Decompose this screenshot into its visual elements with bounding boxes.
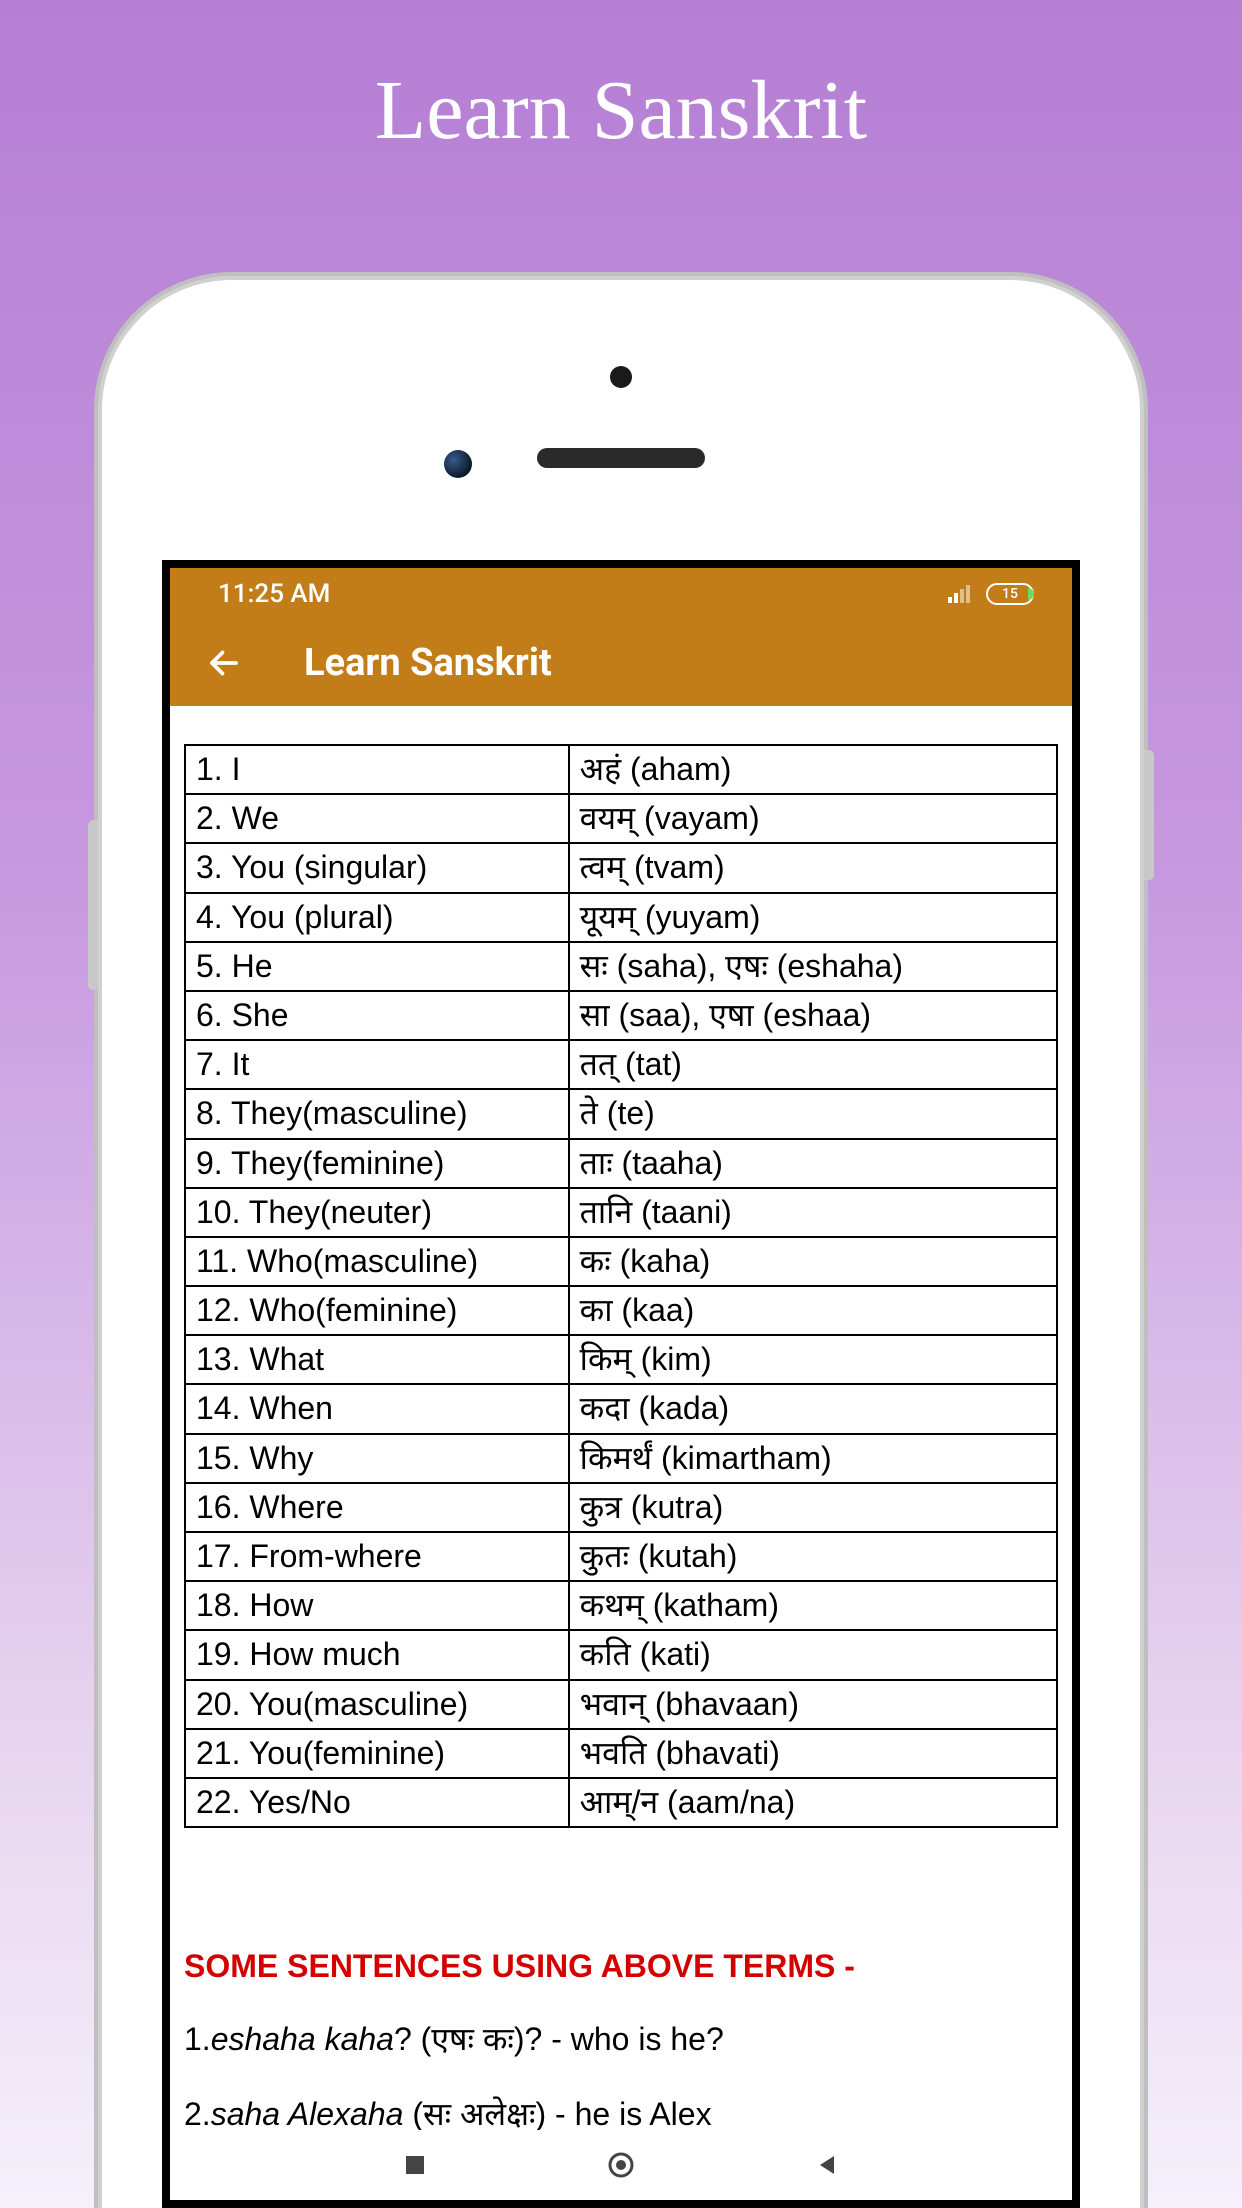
status-time: 11:25 AM <box>218 579 330 609</box>
page-title: Learn Sanskrit <box>0 0 1242 159</box>
vocab-sanskrit: भवान् (bhavaan) <box>569 1680 1057 1729</box>
vocab-sanskrit: ताः (taaha) <box>569 1139 1057 1188</box>
app-bar-title: Learn Sanskrit <box>304 641 552 685</box>
table-row: 18. Howकथम् (katham) <box>185 1581 1057 1630</box>
sentence-number: 1. <box>184 2021 211 2057</box>
vocab-sanskrit: कः (kaha) <box>569 1237 1057 1286</box>
table-row: 17. From-whereकुतः (kutah) <box>185 1532 1057 1581</box>
vocab-english: 7. It <box>185 1040 569 1089</box>
phone-sensor-dot <box>610 366 632 388</box>
signal-icon <box>948 585 972 603</box>
status-bar: 11:25 AM 15 <box>170 568 1072 620</box>
sentences-heading: SOME SENTENCES USING ABOVE TERMS - <box>184 1948 1058 1985</box>
vocab-english: 9. They(feminine) <box>185 1139 569 1188</box>
table-row: 1. Iअहं (aham) <box>185 745 1057 794</box>
vocab-sanskrit: किम् (kim) <box>569 1335 1057 1384</box>
table-row: 15. Whyकिमर्थं (kimartham) <box>185 1434 1057 1483</box>
app-screen: 11:25 AM 15 Learn Sanskrit <box>162 560 1080 2208</box>
vocab-english: 19. How much <box>185 1630 569 1679</box>
vocab-english: 3. You (singular) <box>185 843 569 892</box>
table-row: 5. Heसः (saha), एषः (eshaha) <box>185 942 1057 991</box>
android-home-button[interactable] <box>603 2147 639 2183</box>
sentence-italic: eshaha kaha <box>211 2021 394 2057</box>
vocab-english: 16. Where <box>185 1483 569 1532</box>
android-recent-button[interactable] <box>397 2147 433 2183</box>
vocab-sanskrit: सा (saa), एषा (eshaa) <box>569 991 1057 1040</box>
phone-speaker <box>537 448 705 468</box>
vocab-sanskrit: कति (kati) <box>569 1630 1057 1679</box>
table-row: 11. Who(masculine)कः (kaha) <box>185 1237 1057 1286</box>
table-row: 2. Weवयम् (vayam) <box>185 794 1057 843</box>
sentence-rest: ? (एषः कः)? - who is he? <box>394 2021 724 2057</box>
android-back-button[interactable] <box>809 2147 845 2183</box>
vocab-sanskrit: ते (te) <box>569 1089 1057 1138</box>
table-row: 14. Whenकदा (kada) <box>185 1384 1057 1433</box>
vocab-english: 12. Who(feminine) <box>185 1286 569 1335</box>
vocab-english: 4. You (plural) <box>185 893 569 942</box>
vocab-english: 10. They(neuter) <box>185 1188 569 1237</box>
android-nav-bar <box>170 2130 1072 2200</box>
table-row: 6. Sheसा (saa), एषा (eshaa) <box>185 991 1057 1040</box>
vocab-sanskrit: यूयम् (yuyam) <box>569 893 1057 942</box>
vocab-english: 20. You(masculine) <box>185 1680 569 1729</box>
vocab-english: 1. I <box>185 745 569 794</box>
vocab-english: 6. She <box>185 991 569 1040</box>
sentence-item: 1.eshaha kaha? (एषः कः)? - who is he? <box>184 2017 1058 2060</box>
vocab-sanskrit: का (kaa) <box>569 1286 1057 1335</box>
table-row: 16. Whereकुत्र (kutra) <box>185 1483 1057 1532</box>
vocab-english: 17. From-where <box>185 1532 569 1581</box>
vocab-sanskrit: तानि (taani) <box>569 1188 1057 1237</box>
vocab-english: 13. What <box>185 1335 569 1384</box>
vocab-sanskrit: वयम् (vayam) <box>569 794 1057 843</box>
sentence-item: 2.saha Alexaha (सः अलेक्षः) - he is Alex <box>184 2092 1058 2135</box>
sentence-number: 2. <box>184 2096 211 2132</box>
phone-camera <box>444 450 472 478</box>
table-row: 9. They(feminine)ताः (taaha) <box>185 1139 1057 1188</box>
vocab-sanskrit: किमर्थं (kimartham) <box>569 1434 1057 1483</box>
table-row: 8. They(masculine)ते (te) <box>185 1089 1057 1138</box>
vocab-sanskrit: सः (saha), एषः (eshaha) <box>569 942 1057 991</box>
vocab-sanskrit: कुतः (kutah) <box>569 1532 1057 1581</box>
table-row: 13. Whatकिम् (kim) <box>185 1335 1057 1384</box>
vocab-english: 15. Why <box>185 1434 569 1483</box>
vocab-english: 8. They(masculine) <box>185 1089 569 1138</box>
content-area[interactable]: 1. Iअहं (aham)2. Weवयम् (vayam)3. You (s… <box>170 706 1072 2135</box>
vocab-english: 18. How <box>185 1581 569 1630</box>
vocab-sanskrit: आम्/न (aam/na) <box>569 1778 1057 1827</box>
vocab-sanskrit: तत् (tat) <box>569 1040 1057 1089</box>
vocab-english: 2. We <box>185 794 569 843</box>
vocab-sanskrit: भवति (bhavati) <box>569 1729 1057 1778</box>
back-button[interactable] <box>204 643 244 683</box>
sentence-italic: saha Alexaha <box>211 2096 404 2132</box>
vocabulary-table: 1. Iअहं (aham)2. Weवयम् (vayam)3. You (s… <box>184 744 1058 1828</box>
phone-side-button-right <box>1144 750 1154 880</box>
vocab-english: 21. You(feminine) <box>185 1729 569 1778</box>
table-row: 22. Yes/Noआम्/न (aam/na) <box>185 1778 1057 1827</box>
battery-level: 15 <box>1002 586 1018 602</box>
vocab-english: 14. When <box>185 1384 569 1433</box>
vocab-sanskrit: कदा (kada) <box>569 1384 1057 1433</box>
vocab-english: 11. Who(masculine) <box>185 1237 569 1286</box>
table-row: 7. Itतत् (tat) <box>185 1040 1057 1089</box>
table-row: 4. You (plural)यूयम् (yuyam) <box>185 893 1057 942</box>
status-right: 15 <box>948 583 1034 605</box>
vocab-sanskrit: अहं (aham) <box>569 745 1057 794</box>
table-row: 21. You(feminine)भवति (bhavati) <box>185 1729 1057 1778</box>
sentence-rest: (सः अलेक्षः) - he is Alex <box>403 2096 711 2132</box>
battery-icon: 15 <box>986 583 1034 605</box>
table-row: 3. You (singular)त्वम् (tvam) <box>185 843 1057 892</box>
vocab-english: 22. Yes/No <box>185 1778 569 1827</box>
table-row: 10. They(neuter)तानि (taani) <box>185 1188 1057 1237</box>
vocab-english: 5. He <box>185 942 569 991</box>
phone-side-button-left <box>88 820 98 990</box>
vocab-sanskrit: त्वम् (tvam) <box>569 843 1057 892</box>
vocab-sanskrit: कुत्र (kutra) <box>569 1483 1057 1532</box>
vocab-sanskrit: कथम् (katham) <box>569 1581 1057 1630</box>
table-row: 12. Who(feminine)का (kaa) <box>185 1286 1057 1335</box>
table-row: 19. How muchकति (kati) <box>185 1630 1057 1679</box>
app-bar: Learn Sanskrit <box>170 620 1072 706</box>
table-row: 20. You(masculine)भवान् (bhavaan) <box>185 1680 1057 1729</box>
